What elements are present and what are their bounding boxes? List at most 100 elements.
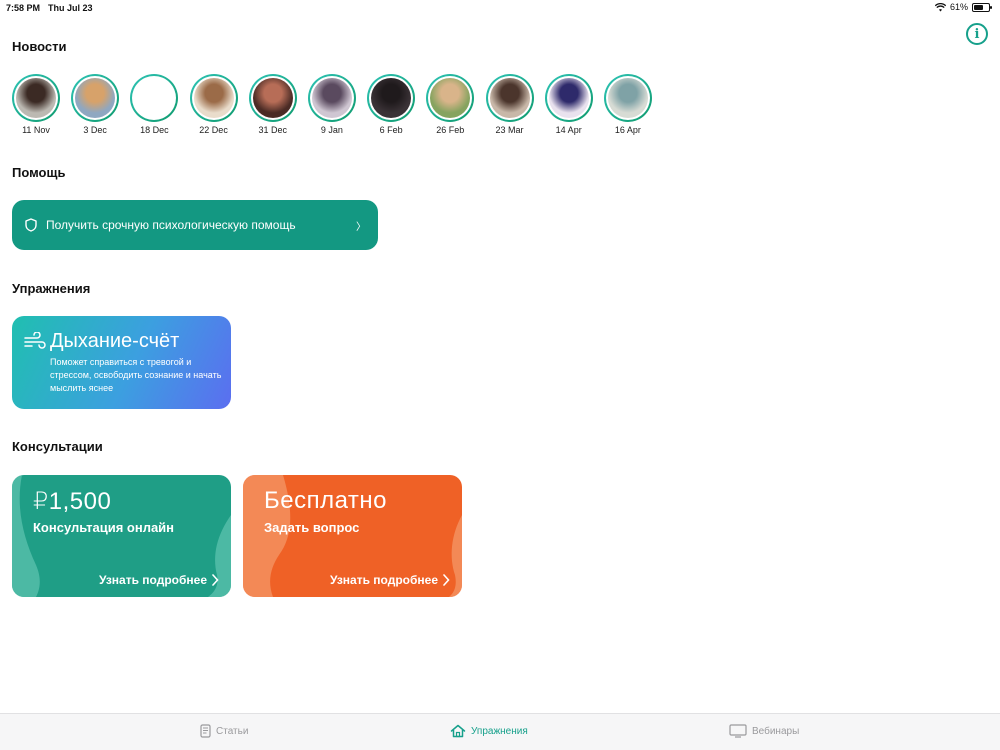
story-date: 26 Feb <box>436 125 465 135</box>
info-button[interactable]: i <box>966 23 988 45</box>
online-consultation-card[interactable]: ₽1,500 Консультация онлайн Узнать подроб… <box>12 475 231 597</box>
free-question-card[interactable]: Бесплатно Задать вопрос Узнать подробнее <box>243 475 462 597</box>
story-thumbnail <box>489 78 530 118</box>
shield-icon <box>25 218 37 232</box>
story-ring <box>426 74 475 122</box>
exercises-section-title: Упражнения <box>12 281 91 296</box>
wind-icon <box>24 332 46 349</box>
story-item[interactable]: 3 Dec <box>71 74 130 135</box>
stories-row: 11 Nov 3 Dec 18 Dec 22 Dec 31 Dec 9 Jan 6 Feb 2… <box>12 74 663 135</box>
status-bar: 7:58 PM Thu Jul 23 61% <box>0 0 1000 16</box>
tab-bar: Статьи Упражнения Вебинары <box>0 713 1000 750</box>
consultation-title: Задать вопрос <box>264 520 360 535</box>
urgent-help-button[interactable]: Получить срочную психологическую помощь … <box>12 200 378 250</box>
tab-webinars-label: Вебинары <box>752 725 800 737</box>
wifi-icon <box>934 2 946 11</box>
story-ring <box>71 74 120 122</box>
story-item[interactable]: 26 Feb <box>426 74 485 135</box>
story-thumbnail <box>134 78 175 118</box>
story-item[interactable]: 14 Apr <box>544 74 604 135</box>
story-item[interactable]: 22 Dec <box>189 74 249 135</box>
story-ring-inner <box>250 76 295 120</box>
status-time: 7:58 PM <box>6 3 41 13</box>
story-item[interactable]: 6 Feb <box>367 74 426 135</box>
story-ring-inner <box>73 76 118 120</box>
story-ring <box>544 74 593 122</box>
consultation-price: ₽1,500 <box>33 488 112 515</box>
story-date: 11 Nov <box>22 125 50 135</box>
urgent-help-label: Получить срочную психологическую помощь <box>46 218 296 232</box>
story-date: 31 Dec <box>258 125 288 135</box>
story-ring-inner <box>546 76 591 120</box>
story-ring-inner <box>487 76 532 120</box>
story-ring-inner <box>191 76 236 120</box>
story-date: 14 Apr <box>555 125 582 135</box>
help-section-title: Помощь <box>12 165 66 180</box>
story-ring <box>485 74 534 122</box>
story-ring-inner <box>132 76 177 120</box>
battery-percent: 61% <box>949 2 968 12</box>
story-ring <box>248 74 297 122</box>
story-item[interactable]: 9 Jan <box>307 74 367 135</box>
story-ring-inner <box>14 76 58 120</box>
exercise-title: Дыхание-счёт <box>50 330 180 352</box>
info-icon: i <box>974 26 980 42</box>
story-thumbnail <box>548 78 589 118</box>
story-thumbnail <box>607 78 648 118</box>
tab-articles-label: Статьи <box>216 725 249 737</box>
tab-exercises[interactable]: Упражнения <box>450 724 528 738</box>
story-ring-inner <box>605 76 650 120</box>
news-section-title: Новости <box>12 39 67 54</box>
breathing-exercise-card[interactable]: Дыхание-счёт Поможет справиться с тревог… <box>12 316 231 409</box>
tab-articles[interactable]: Статьи <box>200 724 248 738</box>
consultations-section-title: Консультации <box>12 439 103 454</box>
exercise-description: Поможет справиться с тревогой и стрессом… <box>50 357 222 393</box>
battery-fill <box>974 4 983 10</box>
story-item[interactable]: 16 Apr <box>603 74 663 135</box>
story-thumbnail <box>16 78 56 118</box>
story-thumbnail <box>75 78 116 118</box>
consultation-price: Бесплатно <box>264 487 388 514</box>
story-thumbnail <box>430 78 471 118</box>
story-thumbnail <box>311 78 352 118</box>
story-date: 22 Dec <box>199 125 228 135</box>
story-ring <box>189 74 238 122</box>
story-ring <box>12 74 60 122</box>
monitor-icon <box>729 724 747 738</box>
learn-more-link[interactable]: Узнать подробнее <box>99 573 219 587</box>
chevron-right-icon: 〉 <box>356 222 366 233</box>
story-date: 9 Jan <box>320 125 343 135</box>
story-ring <box>367 74 416 122</box>
story-date: 18 Dec <box>140 125 169 135</box>
story-thumbnail <box>193 78 234 118</box>
story-thumbnail <box>371 78 412 118</box>
story-item[interactable]: 23 Mar <box>485 74 545 135</box>
story-ring <box>130 74 179 122</box>
story-ring <box>603 74 652 122</box>
learn-more-label: Узнать подробнее <box>329 573 438 587</box>
learn-more-link[interactable]: Узнать подробнее <box>330 573 450 587</box>
story-item[interactable]: 11 Nov <box>12 74 71 135</box>
story-ring <box>307 74 356 122</box>
tab-exercises-label: Упражнения <box>471 725 528 737</box>
consultation-title: Консультация онлайн <box>33 520 175 535</box>
story-date: 3 Dec <box>83 125 107 135</box>
article-icon <box>200 724 211 738</box>
story-ring-inner <box>309 76 354 120</box>
home-icon <box>450 724 466 738</box>
story-date: 6 Feb <box>379 125 403 135</box>
story-item[interactable]: 31 Dec <box>248 74 308 135</box>
story-item[interactable]: 18 Dec <box>130 74 189 135</box>
status-date: Thu Jul 23 <box>48 3 93 13</box>
chevron-right-icon <box>443 574 450 586</box>
battery-icon <box>972 2 992 12</box>
chevron-right-icon <box>212 574 219 586</box>
story-ring-inner <box>369 76 414 120</box>
tab-webinars[interactable]: Вебинары <box>729 724 799 738</box>
story-ring-inner <box>428 76 473 120</box>
story-thumbnail <box>252 78 293 118</box>
story-date: 23 Mar <box>495 125 524 135</box>
story-date: 16 Apr <box>614 125 641 135</box>
learn-more-label: Узнать подробнее <box>98 573 207 587</box>
status-right: 61% <box>934 2 992 12</box>
